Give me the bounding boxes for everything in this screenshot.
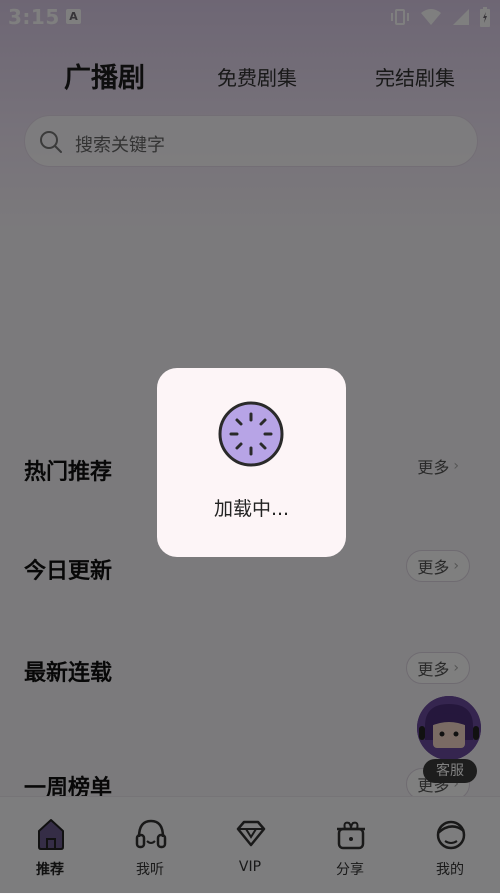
loading-spinner-icon (218, 401, 284, 467)
loading-text: 加载中... (213, 498, 290, 520)
loading-dialog: 加载中... (157, 368, 346, 557)
